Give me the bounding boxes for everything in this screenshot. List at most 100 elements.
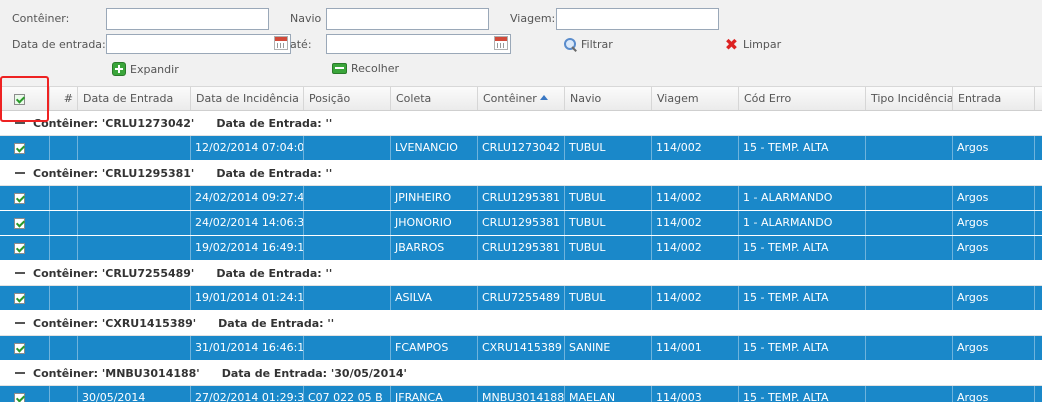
row-select-cell[interactable] — [0, 236, 50, 260]
group-entry-date-caption: Data de Entrada: '' — [216, 166, 333, 180]
row-select-cell[interactable] — [0, 286, 50, 310]
table-row[interactable]: 24/02/2014 09:27:4 JPINHEIRO CRLU1295381 TU… — [0, 186, 1042, 211]
select-all-highlight — [0, 76, 49, 122]
column-header-container[interactable]: Contêiner — [478, 87, 565, 110]
collapse-group-icon[interactable] — [15, 322, 25, 324]
voyage-input[interactable] — [556, 8, 719, 30]
cell-number — [50, 186, 78, 210]
cell-entrance: Argos — [953, 186, 1035, 210]
group-row[interactable]: Contêiner: 'CRLU1273042' Data de Entrada:… — [0, 111, 1042, 136]
row-checkbox[interactable] — [14, 192, 25, 204]
cell-position — [304, 211, 391, 235]
table-row[interactable]: 30/05/2014 27/02/2014 01:29:3 C07 022 05 B… — [0, 386, 1042, 402]
cell-position — [304, 136, 391, 160]
clear-button-label: Limpar — [743, 38, 782, 51]
cell-entry-date — [78, 186, 191, 210]
cell-collector: FCAMPOS — [391, 336, 478, 360]
cell-position — [304, 336, 391, 360]
cell-incident-date: 31/01/2014 16:46:1 — [191, 336, 304, 360]
row-select-cell[interactable] — [0, 136, 50, 160]
row-select-cell[interactable] — [0, 186, 50, 210]
cell-entry-date — [78, 236, 191, 260]
group-container-caption: Contêiner: 'CRLU1295381' — [33, 166, 195, 180]
row-checkbox[interactable] — [14, 292, 25, 304]
column-header-error-code[interactable]: Cód Erro — [739, 87, 866, 110]
cell-container: CRLU1295381 — [478, 211, 565, 235]
cell-position — [304, 186, 391, 210]
cell-entry-date — [78, 286, 191, 310]
cell-voyage: 114/002 — [652, 186, 739, 210]
column-header-label: Viagem — [657, 92, 699, 105]
row-select-cell[interactable] — [0, 211, 50, 235]
filter-button[interactable]: Filtrar — [563, 37, 613, 51]
table-row[interactable]: 12/02/2014 07:04:0 LVENANCIO CRLU1273042 TU… — [0, 136, 1042, 161]
cell-position: C07 022 05 B — [304, 386, 391, 402]
until-date-input[interactable] — [326, 34, 511, 54]
cell-number — [50, 211, 78, 235]
container-input[interactable] — [106, 8, 269, 30]
cell-collector: JBARROS — [391, 236, 478, 260]
cell-incident-type — [866, 211, 953, 235]
column-header-label: Posição — [309, 92, 351, 105]
cell-voyage: 114/001 — [652, 336, 739, 360]
row-checkbox[interactable] — [14, 242, 25, 254]
group-container-caption: Contêiner: 'CRLU1273042' — [33, 116, 195, 130]
vessel-label: Navio — [290, 12, 322, 25]
column-header-number[interactable]: # — [50, 87, 78, 110]
cell-position — [304, 236, 391, 260]
cell-incident-type — [866, 286, 953, 310]
calendar-icon[interactable] — [494, 36, 508, 50]
column-header-entrance[interactable]: Entrada — [953, 87, 1035, 110]
group-row[interactable]: Contêiner: 'CXRU1415389' Data de Entrada:… — [0, 311, 1042, 336]
vessel-input[interactable] — [326, 8, 489, 30]
cell-vessel: SANINE — [565, 336, 652, 360]
row-select-cell[interactable] — [0, 386, 50, 402]
table-row[interactable]: 19/02/2014 16:49:1 JBARROS CRLU1295381 TUBU… — [0, 236, 1042, 261]
cell-error-code: 15 - TEMP. ALTA — [739, 336, 866, 360]
group-row[interactable]: Contêiner: 'CRLU7255489' Data de Entrada:… — [0, 261, 1042, 286]
column-header-collector[interactable]: Coleta — [391, 87, 478, 110]
group-row[interactable]: Contêiner: 'MNBU3014188' Data de Entrada:… — [0, 361, 1042, 386]
filter-panel: Contêiner: Navio Viagem: Data de entrada… — [0, 0, 1042, 86]
collapse-button[interactable]: Recolher — [332, 62, 399, 75]
row-checkbox[interactable] — [14, 342, 25, 354]
row-checkbox[interactable] — [14, 142, 25, 154]
cell-incident-date: 27/02/2014 01:29:3 — [191, 386, 304, 402]
filter-button-label: Filtrar — [581, 37, 613, 51]
table-row[interactable]: 19/01/2014 01:24:1 ASILVA CRLU7255489 TUBUL… — [0, 286, 1042, 311]
expand-button[interactable]: Expandir — [112, 62, 179, 76]
table-row[interactable]: 31/01/2014 16:46:1 FCAMPOS CXRU1415389 SANI… — [0, 336, 1042, 361]
collapse-group-icon[interactable] — [15, 122, 25, 124]
cell-container: CRLU7255489 — [478, 286, 565, 310]
collapse-group-icon[interactable] — [15, 372, 25, 374]
cell-container: CRLU1295381 — [478, 236, 565, 260]
row-select-cell[interactable] — [0, 336, 50, 360]
column-header-label: # — [63, 92, 73, 105]
column-header-incident-date[interactable]: Data de Incidência — [191, 87, 304, 110]
table-row[interactable]: 24/02/2014 14:06:3 JHONORIO CRLU1295381 TUB… — [0, 211, 1042, 236]
cell-error-code: 15 - TEMP. ALTA — [739, 236, 866, 260]
cell-collector: LVENANCIO — [391, 136, 478, 160]
column-header-vessel[interactable]: Navio — [565, 87, 652, 110]
cell-entrance: Argos — [953, 136, 1035, 160]
column-header-voyage[interactable]: Viagem — [652, 87, 739, 110]
entry-date-input[interactable] — [106, 34, 291, 54]
collapse-group-icon[interactable] — [15, 172, 25, 174]
column-header-entry-date[interactable]: Data de Entrada — [78, 87, 191, 110]
calendar-icon[interactable] — [274, 36, 288, 50]
column-header-position[interactable]: Posição — [304, 87, 391, 110]
group-container-caption: Contêiner: 'MNBU3014188' — [33, 366, 200, 380]
cell-collector: JHONORIO — [391, 211, 478, 235]
sort-ascending-icon — [539, 95, 548, 100]
plus-icon — [112, 62, 126, 76]
column-header-incident-type[interactable]: Tipo Incidência — [866, 87, 953, 110]
row-checkbox[interactable] — [14, 392, 25, 402]
group-row[interactable]: Contêiner: 'CRLU1295381' Data de Entrada:… — [0, 161, 1042, 186]
row-checkbox[interactable] — [14, 217, 25, 229]
grid-body: Contêiner: 'CRLU1273042' Data de Entrada:… — [0, 111, 1042, 402]
cell-voyage: 114/002 — [652, 236, 739, 260]
collapse-group-icon[interactable] — [15, 272, 25, 274]
clear-button[interactable]: ✖ Limpar — [724, 37, 782, 53]
group-entry-date-caption: Data de Entrada: '' — [216, 116, 333, 130]
cell-voyage: 114/002 — [652, 286, 739, 310]
